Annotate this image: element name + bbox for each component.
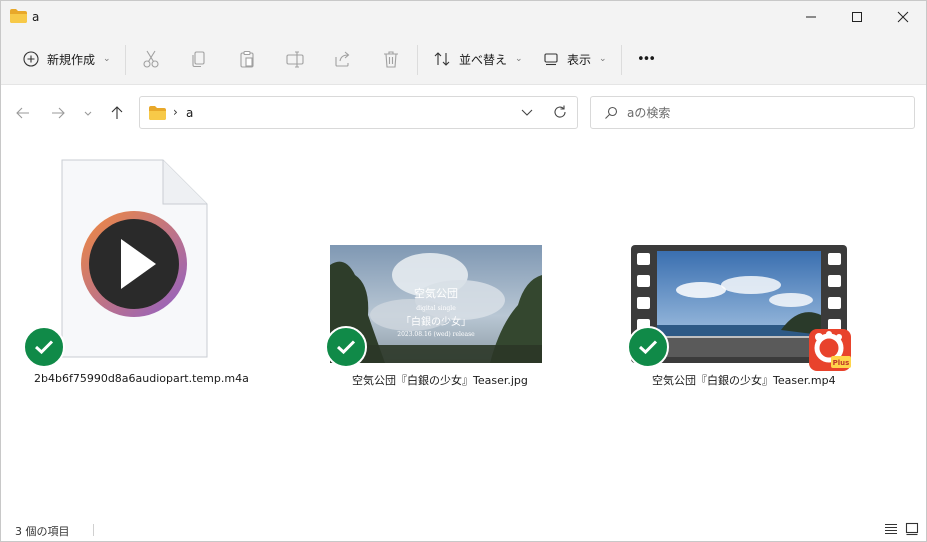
up-arrow-icon[interactable] [108,104,126,122]
view-label: 表示 [567,52,592,67]
player-plus-badge: Plus [809,329,853,371]
paste-icon[interactable] [237,49,257,69]
more-button[interactable]: ••• [637,45,656,73]
back-arrow-icon[interactable] [14,104,32,122]
new-button[interactable]: 新規作成 ⌄ [23,45,111,73]
more-icon: ••• [637,51,656,67]
chevron-down-icon: ⌄ [599,54,607,64]
navigation-bar: › a [1,86,926,138]
explorer-window: a 新規作成 ⌄ 並べ替え ⌄ 表示 ⌄ ••• › a aの検索 2b4b6f… [0,0,927,542]
search-box[interactable] [590,96,915,129]
thumbnail-date: 2023.08.16 (wed) release [397,331,475,338]
chevron-down-icon: ⌄ [103,54,111,64]
file-name: 2b4b6f75990d8a6audiopart.temp.m4a [34,372,249,385]
refresh-icon[interactable] [552,104,568,120]
status-bar: 3 個の項目 [1,515,926,541]
sort-icon [434,52,450,66]
file-item[interactable]: 2b4b6f75990d8a6audiopart.temp.m4a [21,159,251,394]
close-button[interactable] [880,1,926,33]
file-item[interactable]: 空気公団 digital single 「白銀の少女」 2023.08.16 (… [311,159,551,394]
search-icon [605,106,618,119]
divider [93,524,94,536]
command-bar: 新規作成 ⌄ 並べ替え ⌄ 表示 ⌄ ••• [1,33,926,85]
delete-icon[interactable] [381,49,401,69]
forward-arrow-icon[interactable] [49,104,67,122]
address-bar[interactable]: › a [139,96,578,129]
search-input[interactable] [627,102,897,124]
divider [621,45,622,75]
thumbnail-title: 空気公団 [414,286,458,300]
rename-icon[interactable] [285,49,305,69]
path-separator[interactable]: › [173,105,178,119]
checkmark-icon [336,340,356,355]
details-view-icon[interactable] [884,522,898,536]
player-app-icon: Plus [809,329,851,371]
breadcrumb-current[interactable]: a [186,106,193,120]
divider [125,45,126,75]
copy-icon[interactable] [189,49,209,69]
window-title: a [32,10,40,24]
file-view: 2b4b6f75990d8a6audiopart.temp.m4a 空気公団 d… [1,139,926,515]
file-name: 空気公団『白銀の少女』Teaser.mp4 [652,374,836,387]
chevron-down-icon: ⌄ [515,54,523,64]
maximize-icon [852,12,862,22]
file-item[interactable]: Plus 空気公団『白銀の少女』Teaser.mp4 [611,159,871,394]
sync-status-icon [325,326,367,368]
thumbnail-song: 「白銀の少女」 [401,315,471,328]
new-label: 新規作成 [47,52,96,67]
cut-icon[interactable] [141,49,161,69]
title-bar: a [1,1,926,33]
large-icons-view-icon[interactable] [905,522,919,536]
view-button[interactable]: 表示 ⌄ [543,45,607,73]
file-name: 空気公団『白銀の少女』Teaser.jpg [352,374,528,387]
view-icon [544,53,558,66]
thumbnail-subtitle: digital single [416,305,456,312]
checkmark-icon [638,340,658,355]
sort-button[interactable]: 並べ替え ⌄ [433,45,523,73]
checkmark-icon [34,340,54,355]
folder-icon [10,9,27,23]
close-icon [897,11,909,23]
document-icon [61,159,208,358]
plus-badge-label: Plus [833,359,850,367]
minimize-icon [806,16,816,18]
divider [417,45,418,75]
minimize-button[interactable] [788,1,834,33]
recent-chevron-icon[interactable] [81,104,95,122]
sort-label: 並べ替え [459,52,508,67]
plus-circle-icon [23,51,39,67]
sync-status-icon [23,326,65,368]
item-count: 3 個の項目 [15,525,70,538]
folder-icon [149,106,166,120]
sync-status-icon [627,326,669,368]
share-icon[interactable] [333,49,353,69]
maximize-button[interactable] [834,1,880,33]
chevron-down-icon[interactable] [520,105,534,119]
